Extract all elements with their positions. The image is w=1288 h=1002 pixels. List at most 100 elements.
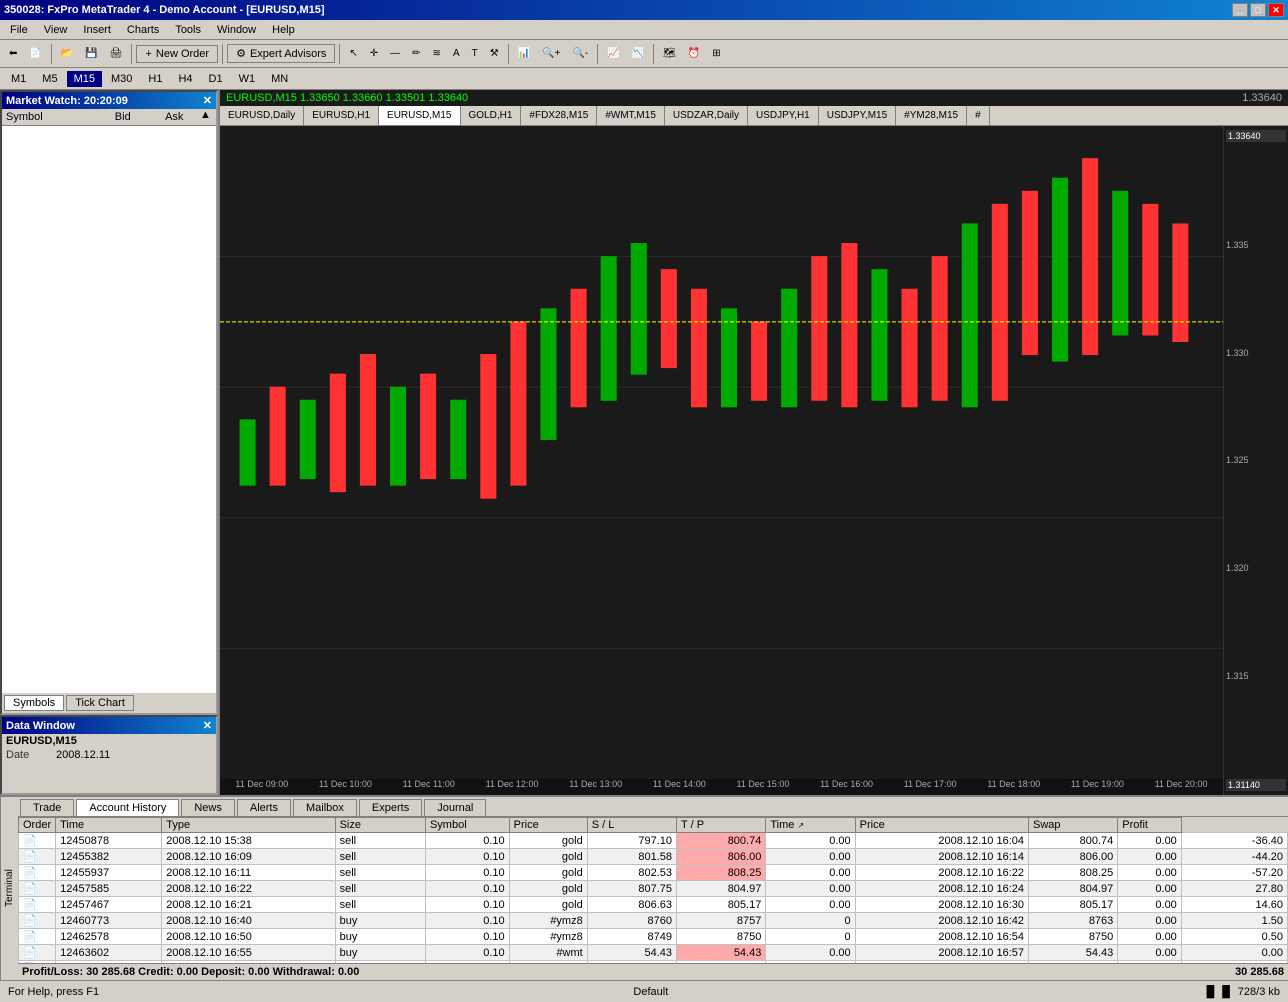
col-tp[interactable]: T / P: [677, 818, 766, 833]
table-row[interactable]: 📄124508782008.12.10 15:38sell0.10gold797…: [19, 833, 1288, 849]
col-time[interactable]: Time: [56, 818, 162, 833]
toolbar-btn-prop[interactable]: 📉: [627, 43, 649, 65]
table-cell: 12457467: [56, 897, 162, 913]
toolbar-btn-hist[interactable]: 📈: [602, 43, 624, 65]
table-row[interactable]: 📄124553822008.12.10 16:09sell0.10gold801…: [19, 849, 1288, 865]
tab-fdx28-m15[interactable]: #FDX28,M15: [521, 106, 597, 125]
toolbar-separator-4: [339, 44, 340, 64]
menu-window[interactable]: Window: [211, 22, 262, 38]
toolbar-btn-save[interactable]: 💾: [80, 43, 102, 65]
toolbar-btn-print[interactable]: 🖨: [105, 43, 128, 65]
col-close-price[interactable]: Price: [855, 818, 1028, 833]
toolbar-btn-zoomin[interactable]: 🔍+: [537, 43, 565, 65]
orders-container[interactable]: Order Time Type Size Symbol Price S / L …: [18, 817, 1288, 963]
terminal-tab-news[interactable]: News: [181, 799, 235, 816]
col-close-time[interactable]: Time ↗: [766, 818, 855, 833]
tab-ym28-m15[interactable]: #YM28,M15: [896, 106, 967, 125]
toolbar-btn-line[interactable]: —: [385, 43, 405, 65]
menu-help[interactable]: Help: [266, 22, 301, 38]
table-row[interactable]: 📄124574672008.12.10 16:21sell0.10gold806…: [19, 897, 1288, 913]
toolbar-btn-options[interactable]: ⏰: [683, 43, 705, 65]
table-row[interactable]: 📄124625782008.12.10 16:50buy0.10#ymz8874…: [19, 929, 1288, 945]
table-cell: 0.00: [766, 945, 855, 961]
menu-charts[interactable]: Charts: [121, 22, 165, 38]
period-m5[interactable]: M5: [35, 71, 64, 87]
table-row[interactable]: 📄124607732008.12.10 16:40buy0.10#ymz8876…: [19, 913, 1288, 929]
col-size[interactable]: Size: [335, 818, 425, 833]
maximize-button[interactable]: □: [1250, 3, 1266, 17]
table-cell: 8757: [677, 913, 766, 929]
toolbar-btn-zoomout[interactable]: 🔍-: [567, 43, 593, 65]
table-cell: 0.10: [425, 897, 509, 913]
toolbar-separator-3: [222, 44, 223, 64]
mw-scroll-up[interactable]: ▲: [200, 109, 216, 125]
col-order[interactable]: Order: [19, 818, 56, 833]
toolbar-btn-nav[interactable]: 🗺: [658, 43, 681, 65]
tab-eurusd-daily[interactable]: EURUSD,Daily: [220, 106, 304, 125]
toolbar-btn-pencil[interactable]: ✏: [407, 43, 425, 65]
terminal-tab-trade[interactable]: Trade: [20, 799, 74, 816]
period-h4[interactable]: H4: [171, 71, 199, 87]
tab-usdzar-daily[interactable]: USDZAR,Daily: [665, 106, 748, 125]
toolbar-btn-moretools[interactable]: ⚒: [485, 43, 504, 65]
period-mn[interactable]: MN: [264, 71, 295, 87]
toolbar-btn-new[interactable]: 📄: [24, 43, 46, 65]
col-profit[interactable]: Profit: [1118, 818, 1182, 833]
new-order-button[interactable]: + New Order: [136, 45, 218, 63]
terminal-tab-experts[interactable]: Experts: [359, 799, 422, 816]
period-h1[interactable]: H1: [141, 71, 169, 87]
tab-tick-chart[interactable]: Tick Chart: [66, 695, 134, 711]
close-button[interactable]: ✕: [1268, 3, 1284, 17]
menu-view[interactable]: View: [38, 22, 74, 38]
col-type[interactable]: Type: [162, 818, 335, 833]
title-bar: 350028: FxPro MetaTrader 4 - Demo Accoun…: [0, 0, 1288, 20]
market-watch-close[interactable]: ✕: [203, 94, 212, 107]
toolbar-btn-cross[interactable]: ✛: [365, 43, 383, 65]
table-row[interactable]: 📄124575852008.12.10 16:22sell0.10gold807…: [19, 881, 1288, 897]
tab-eurusd-h1[interactable]: EURUSD,H1: [304, 106, 379, 125]
terminal-tab-account-history[interactable]: Account History: [76, 799, 179, 816]
period-m15[interactable]: M15: [67, 71, 102, 87]
toolbar-btn-label[interactable]: T: [467, 43, 483, 65]
toolbar-btn-open[interactable]: 📂: [56, 43, 78, 65]
table-row[interactable]: 📄124636022008.12.10 16:55buy0.10#wmt54.4…: [19, 945, 1288, 961]
period-m30[interactable]: M30: [104, 71, 139, 87]
terminal-tab-journal[interactable]: Journal: [424, 799, 486, 816]
table-row[interactable]: 📄124559372008.12.10 16:11sell0.10gold802…: [19, 865, 1288, 881]
tab-symbols[interactable]: Symbols: [4, 695, 64, 711]
tab-gold-h1[interactable]: GOLD,H1: [461, 106, 522, 125]
terminal-tab-alerts[interactable]: Alerts: [237, 799, 291, 816]
col-symbol[interactable]: Symbol: [425, 818, 509, 833]
price-scale-5: 1.315: [1226, 671, 1286, 681]
new-order-icon: +: [145, 48, 151, 60]
toolbar-btn-arrow[interactable]: ↖: [344, 43, 362, 65]
toolbar-btn-text[interactable]: A: [448, 43, 465, 65]
period-m1[interactable]: M1: [4, 71, 33, 87]
toolbar-btn-fib[interactable]: ≋: [428, 43, 446, 65]
table-cell: 802.53: [587, 865, 676, 881]
menu-file[interactable]: File: [4, 22, 34, 38]
minimize-button[interactable]: _: [1232, 3, 1248, 17]
tab-wmt-m15[interactable]: #WMT,M15: [597, 106, 665, 125]
col-sl[interactable]: S / L: [587, 818, 676, 833]
expert-label: Expert Advisors: [250, 48, 326, 60]
toolbar-btn-more[interactable]: ⊞: [707, 43, 725, 65]
tab-usdjpy-h1[interactable]: USDJPY,H1: [748, 106, 819, 125]
period-d1[interactable]: D1: [202, 71, 230, 87]
col-swap[interactable]: Swap: [1028, 818, 1117, 833]
menu-insert[interactable]: Insert: [77, 22, 117, 38]
table-cell: 2008.12.10 16:04: [855, 833, 1028, 849]
col-price[interactable]: Price: [509, 818, 587, 833]
toolbar-btn-back[interactable]: ⬅: [4, 43, 22, 65]
tab-more[interactable]: #: [967, 106, 990, 125]
period-w1[interactable]: W1: [232, 71, 263, 87]
tab-usdjpy-m15[interactable]: USDJPY,M15: [819, 106, 896, 125]
table-cell: 54.43: [677, 945, 766, 961]
menu-tools[interactable]: Tools: [169, 22, 207, 38]
toolbar-btn-chart[interactable]: 📊: [513, 43, 535, 65]
expert-advisors-button[interactable]: ⚙ Expert Advisors: [227, 44, 335, 63]
data-window-close[interactable]: ✕: [203, 719, 212, 732]
chart-main[interactable]: 11 Dec 09:00 11 Dec 10:00 11 Dec 11:00 1…: [220, 126, 1223, 795]
terminal-tab-mailbox[interactable]: Mailbox: [293, 799, 357, 816]
tab-eurusd-m15[interactable]: EURUSD,M15: [379, 106, 460, 125]
